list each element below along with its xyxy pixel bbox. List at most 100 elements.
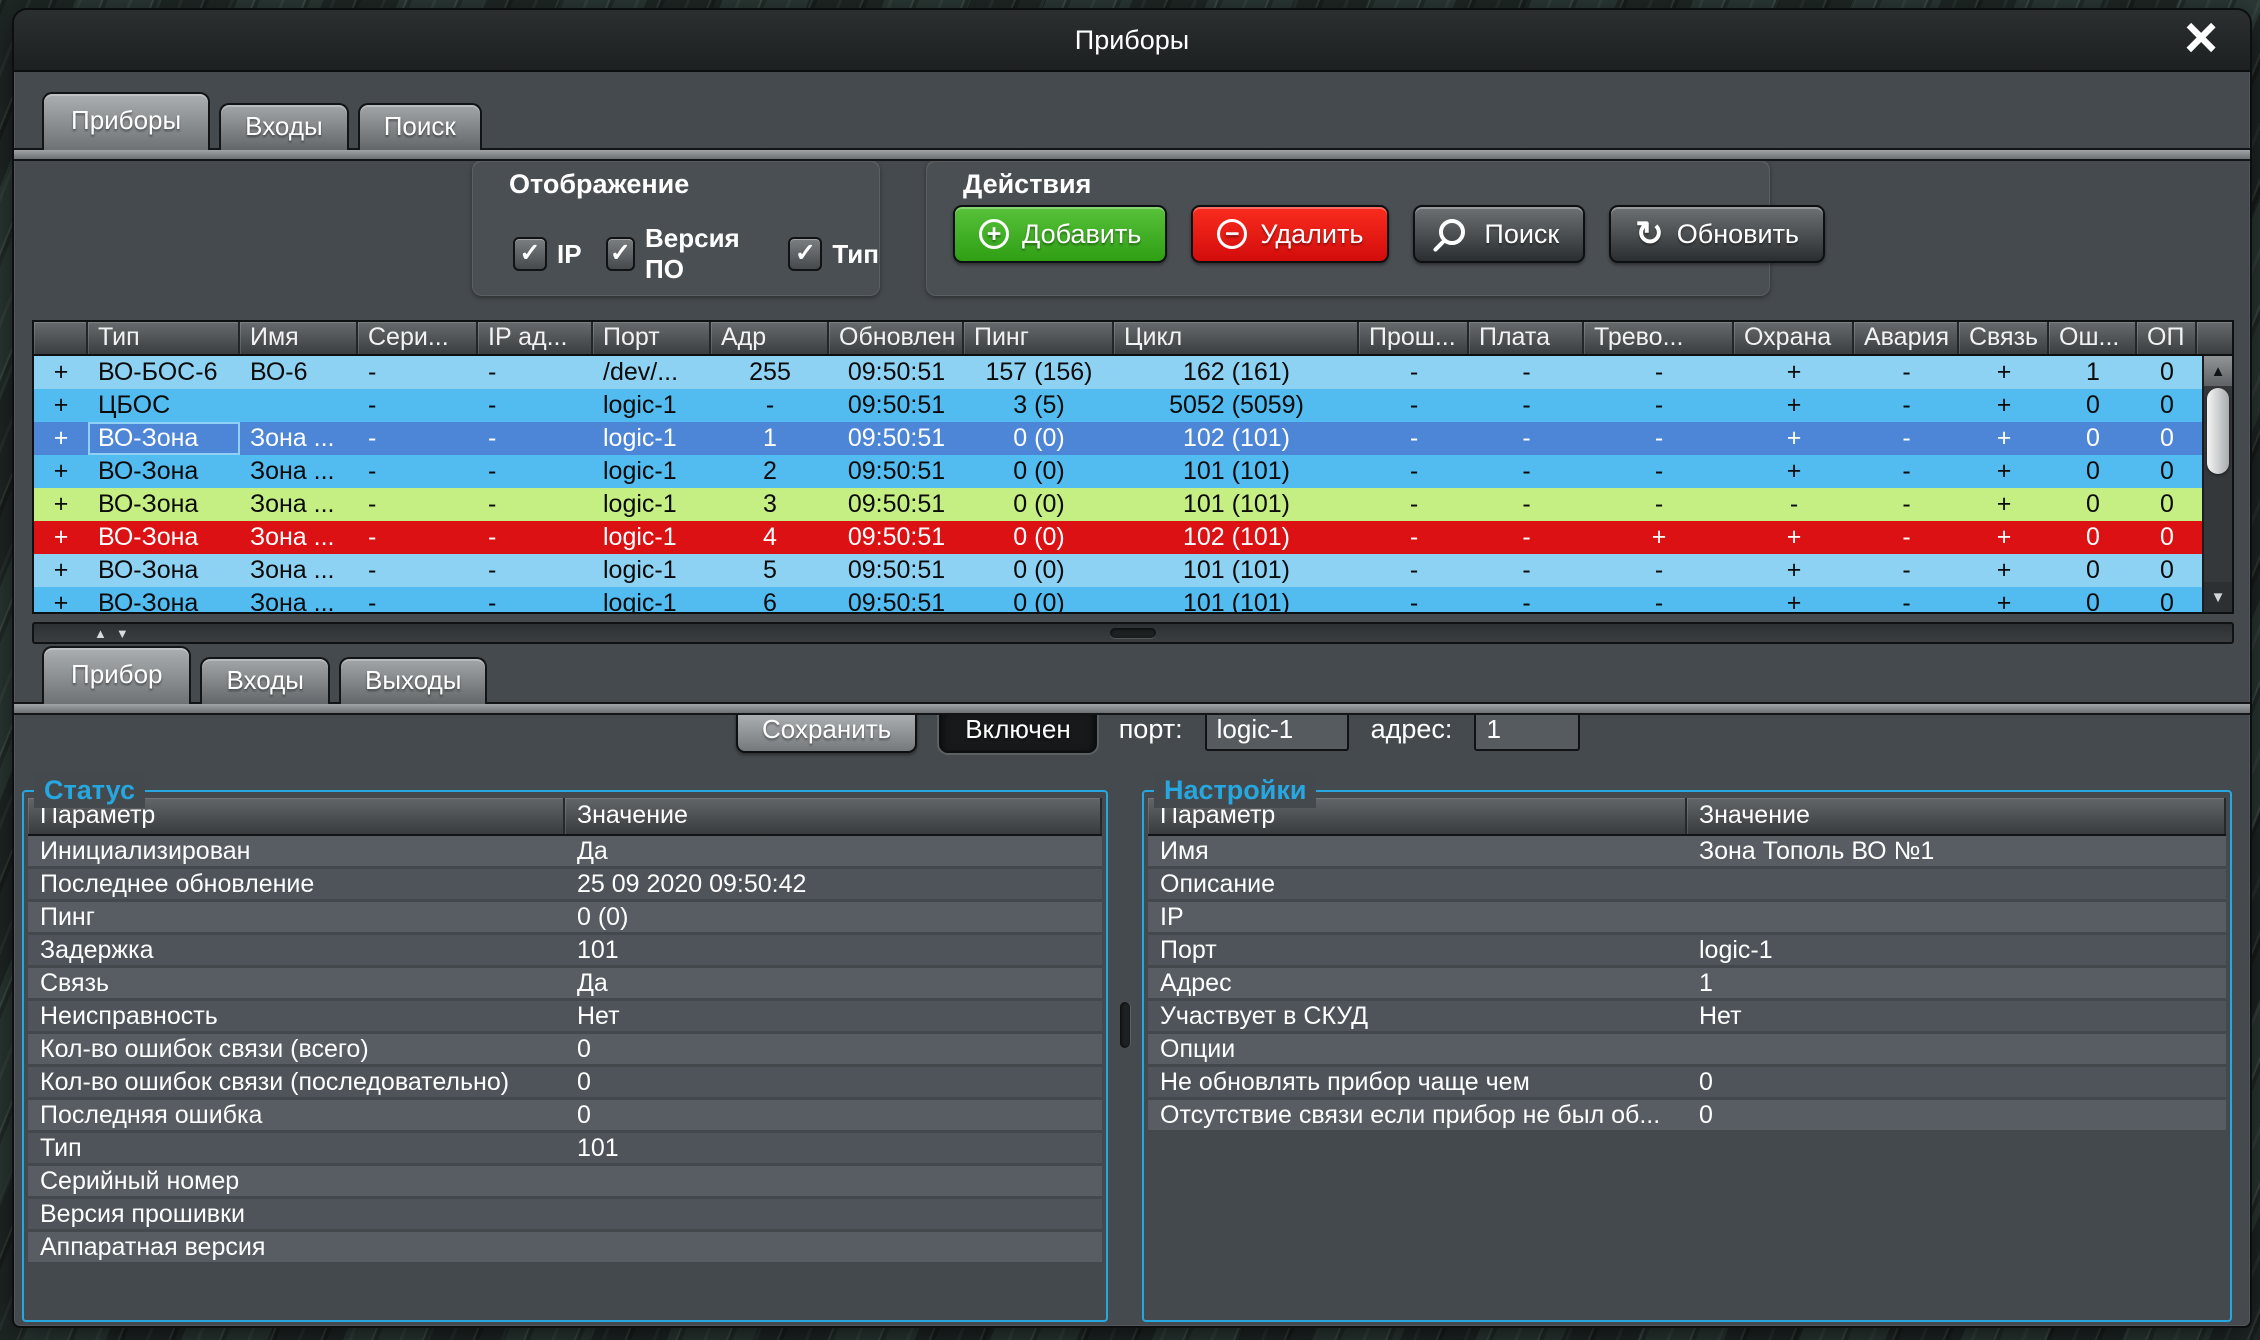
- device-row[interactable]: +ВО-ЗонаЗона ...--logic-1309:50:510 (0)1…: [34, 488, 2202, 521]
- column-header-0[interactable]: [34, 322, 88, 354]
- scroll-up-icon: ▲: [2211, 363, 2226, 380]
- column-header-4[interactable]: IP ад...: [478, 322, 593, 354]
- vertical-splitter[interactable]: [1112, 790, 1138, 1322]
- row-expander[interactable]: +: [34, 554, 88, 587]
- row-expander[interactable]: +: [34, 356, 88, 389]
- bottom-tab-1[interactable]: Входы: [200, 657, 330, 704]
- param-row[interactable]: Аппаратная версия: [28, 1232, 1102, 1265]
- column-header-6[interactable]: Адр: [711, 322, 829, 354]
- top-tab-1[interactable]: Входы: [219, 103, 349, 150]
- column-header-16[interactable]: Ош...: [2049, 322, 2137, 354]
- param-row[interactable]: Портlogic-1: [1148, 935, 2226, 968]
- device-cell: ВО-6: [240, 356, 358, 389]
- close-button[interactable]: ×: [2174, 10, 2228, 68]
- param-row[interactable]: Пинг0 (0): [28, 902, 1102, 935]
- device-cell: 0: [2049, 521, 2137, 554]
- column-header-15[interactable]: Связь: [1959, 322, 2049, 354]
- column-header-14[interactable]: Авария: [1854, 322, 1959, 354]
- device-row[interactable]: +ВО-ЗонаЗона ...--logic-1209:50:510 (0)1…: [34, 455, 2202, 488]
- display-checkbox-1[interactable]: ✓Версия ПО: [606, 223, 765, 285]
- param-row[interactable]: Серийный номер: [28, 1166, 1102, 1199]
- param-row[interactable]: Последнее обновление25 09 2020 09:50:42: [28, 869, 1102, 902]
- search-button[interactable]: Поиск: [1413, 205, 1585, 263]
- column-header-12[interactable]: Трево...: [1584, 322, 1734, 354]
- device-row[interactable]: +ВО-ЗонаЗона ...--logic-1409:50:510 (0)1…: [34, 521, 2202, 554]
- refresh-button[interactable]: ↻ Обновить: [1609, 205, 1825, 263]
- scrollbar-thumb[interactable]: [2207, 388, 2229, 474]
- param-row[interactable]: ИмяЗона Тополь ВО №1: [1148, 836, 2226, 869]
- column-header-3[interactable]: Сери...: [358, 322, 478, 354]
- device-cell: 0: [2049, 554, 2137, 587]
- column-header-7[interactable]: Обновлен: [829, 322, 964, 354]
- column-header-9[interactable]: Цикл: [1114, 322, 1359, 354]
- device-cell: -: [1854, 389, 1959, 422]
- device-cell: 102 (101): [1114, 521, 1359, 554]
- column-header-11[interactable]: Плата: [1469, 322, 1584, 354]
- param-column-header-1[interactable]: Значение: [565, 798, 1102, 834]
- device-cell: ВО-БОС-6: [88, 356, 240, 389]
- device-row[interactable]: +ВО-ЗонаЗона ...--logic-1609:50:510 (0)1…: [34, 587, 2202, 612]
- splitter-collapse-buttons[interactable]: ▲ ▼: [94, 624, 129, 642]
- scroll-down-icon: ▼: [2211, 589, 2226, 606]
- param-row[interactable]: Не обновлять прибор чаще чем0: [1148, 1067, 2226, 1100]
- device-cell: -: [1854, 488, 1959, 521]
- splitter-handle[interactable]: [1110, 628, 1156, 638]
- device-row[interactable]: +ЦБОС--logic-1-09:50:513 (5)5052 (5059)-…: [34, 389, 2202, 422]
- param-row[interactable]: Участвует в СКУДНет: [1148, 1001, 2226, 1034]
- param-row[interactable]: Опции: [1148, 1034, 2226, 1067]
- param-name: Неисправность: [28, 1001, 565, 1031]
- param-row[interactable]: СвязьДа: [28, 968, 1102, 1001]
- display-checkbox-2[interactable]: ✓Тип: [788, 237, 879, 271]
- table-scrollbar[interactable]: ▲ ▼: [2202, 356, 2232, 612]
- display-checkbox-0[interactable]: ✓IP: [513, 237, 582, 271]
- param-row[interactable]: Отсутствие связи если прибор не был об..…: [1148, 1100, 2226, 1133]
- param-value: Да: [565, 968, 1102, 998]
- param-row[interactable]: Кол-во ошибок связи (последовательно)0: [28, 1067, 1102, 1100]
- top-tab-2[interactable]: Поиск: [358, 103, 482, 150]
- row-expander[interactable]: +: [34, 455, 88, 488]
- param-row[interactable]: Кол-во ошибок связи (всего)0: [28, 1034, 1102, 1067]
- param-row[interactable]: Задержка101: [28, 935, 1102, 968]
- param-row[interactable]: Версия прошивки: [28, 1199, 1102, 1232]
- column-header-1[interactable]: Тип: [88, 322, 240, 354]
- param-row[interactable]: НеисправностьНет: [28, 1001, 1102, 1034]
- row-expander[interactable]: +: [34, 587, 88, 612]
- bottom-tab-0[interactable]: Прибор: [42, 646, 191, 704]
- column-header-13[interactable]: Охрана: [1734, 322, 1854, 354]
- horizontal-splitter[interactable]: ▲ ▼: [32, 622, 2234, 644]
- device-cell: -: [1359, 422, 1469, 455]
- top-tab-0[interactable]: Приборы: [42, 92, 210, 150]
- device-row[interactable]: +ВО-ЗонаЗона ...--logic-1109:50:510 (0)1…: [34, 422, 2202, 455]
- device-cell: 09:50:51: [829, 356, 964, 389]
- param-value: 25 09 2020 09:50:42: [565, 869, 1102, 899]
- titlebar[interactable]: Приборы ×: [12, 8, 2252, 72]
- param-value: Нет: [565, 1001, 1102, 1031]
- column-header-8[interactable]: Пинг: [964, 322, 1114, 354]
- vertical-splitter-handle[interactable]: [1120, 1002, 1130, 1048]
- device-row[interactable]: +ВО-БОС-6ВО-6--/dev/...25509:50:51157 (1…: [34, 356, 2202, 389]
- bottom-tab-2[interactable]: Выходы: [339, 657, 487, 704]
- row-expander[interactable]: +: [34, 422, 88, 455]
- device-cell: Зона ...: [240, 587, 358, 612]
- column-header-17[interactable]: ОП: [2137, 322, 2197, 354]
- device-cell: -: [1584, 356, 1734, 389]
- param-row[interactable]: Тип101: [28, 1133, 1102, 1166]
- param-row[interactable]: Последняя ошибка0: [28, 1100, 1102, 1133]
- add-button[interactable]: + Добавить: [953, 205, 1167, 263]
- param-row[interactable]: IP: [1148, 902, 2226, 935]
- column-header-5[interactable]: Порт: [593, 322, 711, 354]
- column-header-10[interactable]: Прош...: [1359, 322, 1469, 354]
- scroll-up-button[interactable]: ▲: [2204, 356, 2232, 386]
- param-row[interactable]: ИнициализированДа: [28, 836, 1102, 869]
- row-expander[interactable]: +: [34, 521, 88, 554]
- row-expander[interactable]: +: [34, 389, 88, 422]
- row-expander[interactable]: +: [34, 488, 88, 521]
- param-column-header-1[interactable]: Значение: [1687, 798, 2226, 834]
- scroll-down-button[interactable]: ▼: [2204, 582, 2232, 612]
- device-row[interactable]: +ВО-ЗонаЗона ...--logic-1509:50:510 (0)1…: [34, 554, 2202, 587]
- param-row[interactable]: Адрес1: [1148, 968, 2226, 1001]
- column-header-2[interactable]: Имя: [240, 322, 358, 354]
- param-row[interactable]: Описание: [1148, 869, 2226, 902]
- device-cell: 5052 (5059): [1114, 389, 1359, 422]
- delete-button[interactable]: − Удалить: [1191, 205, 1389, 263]
